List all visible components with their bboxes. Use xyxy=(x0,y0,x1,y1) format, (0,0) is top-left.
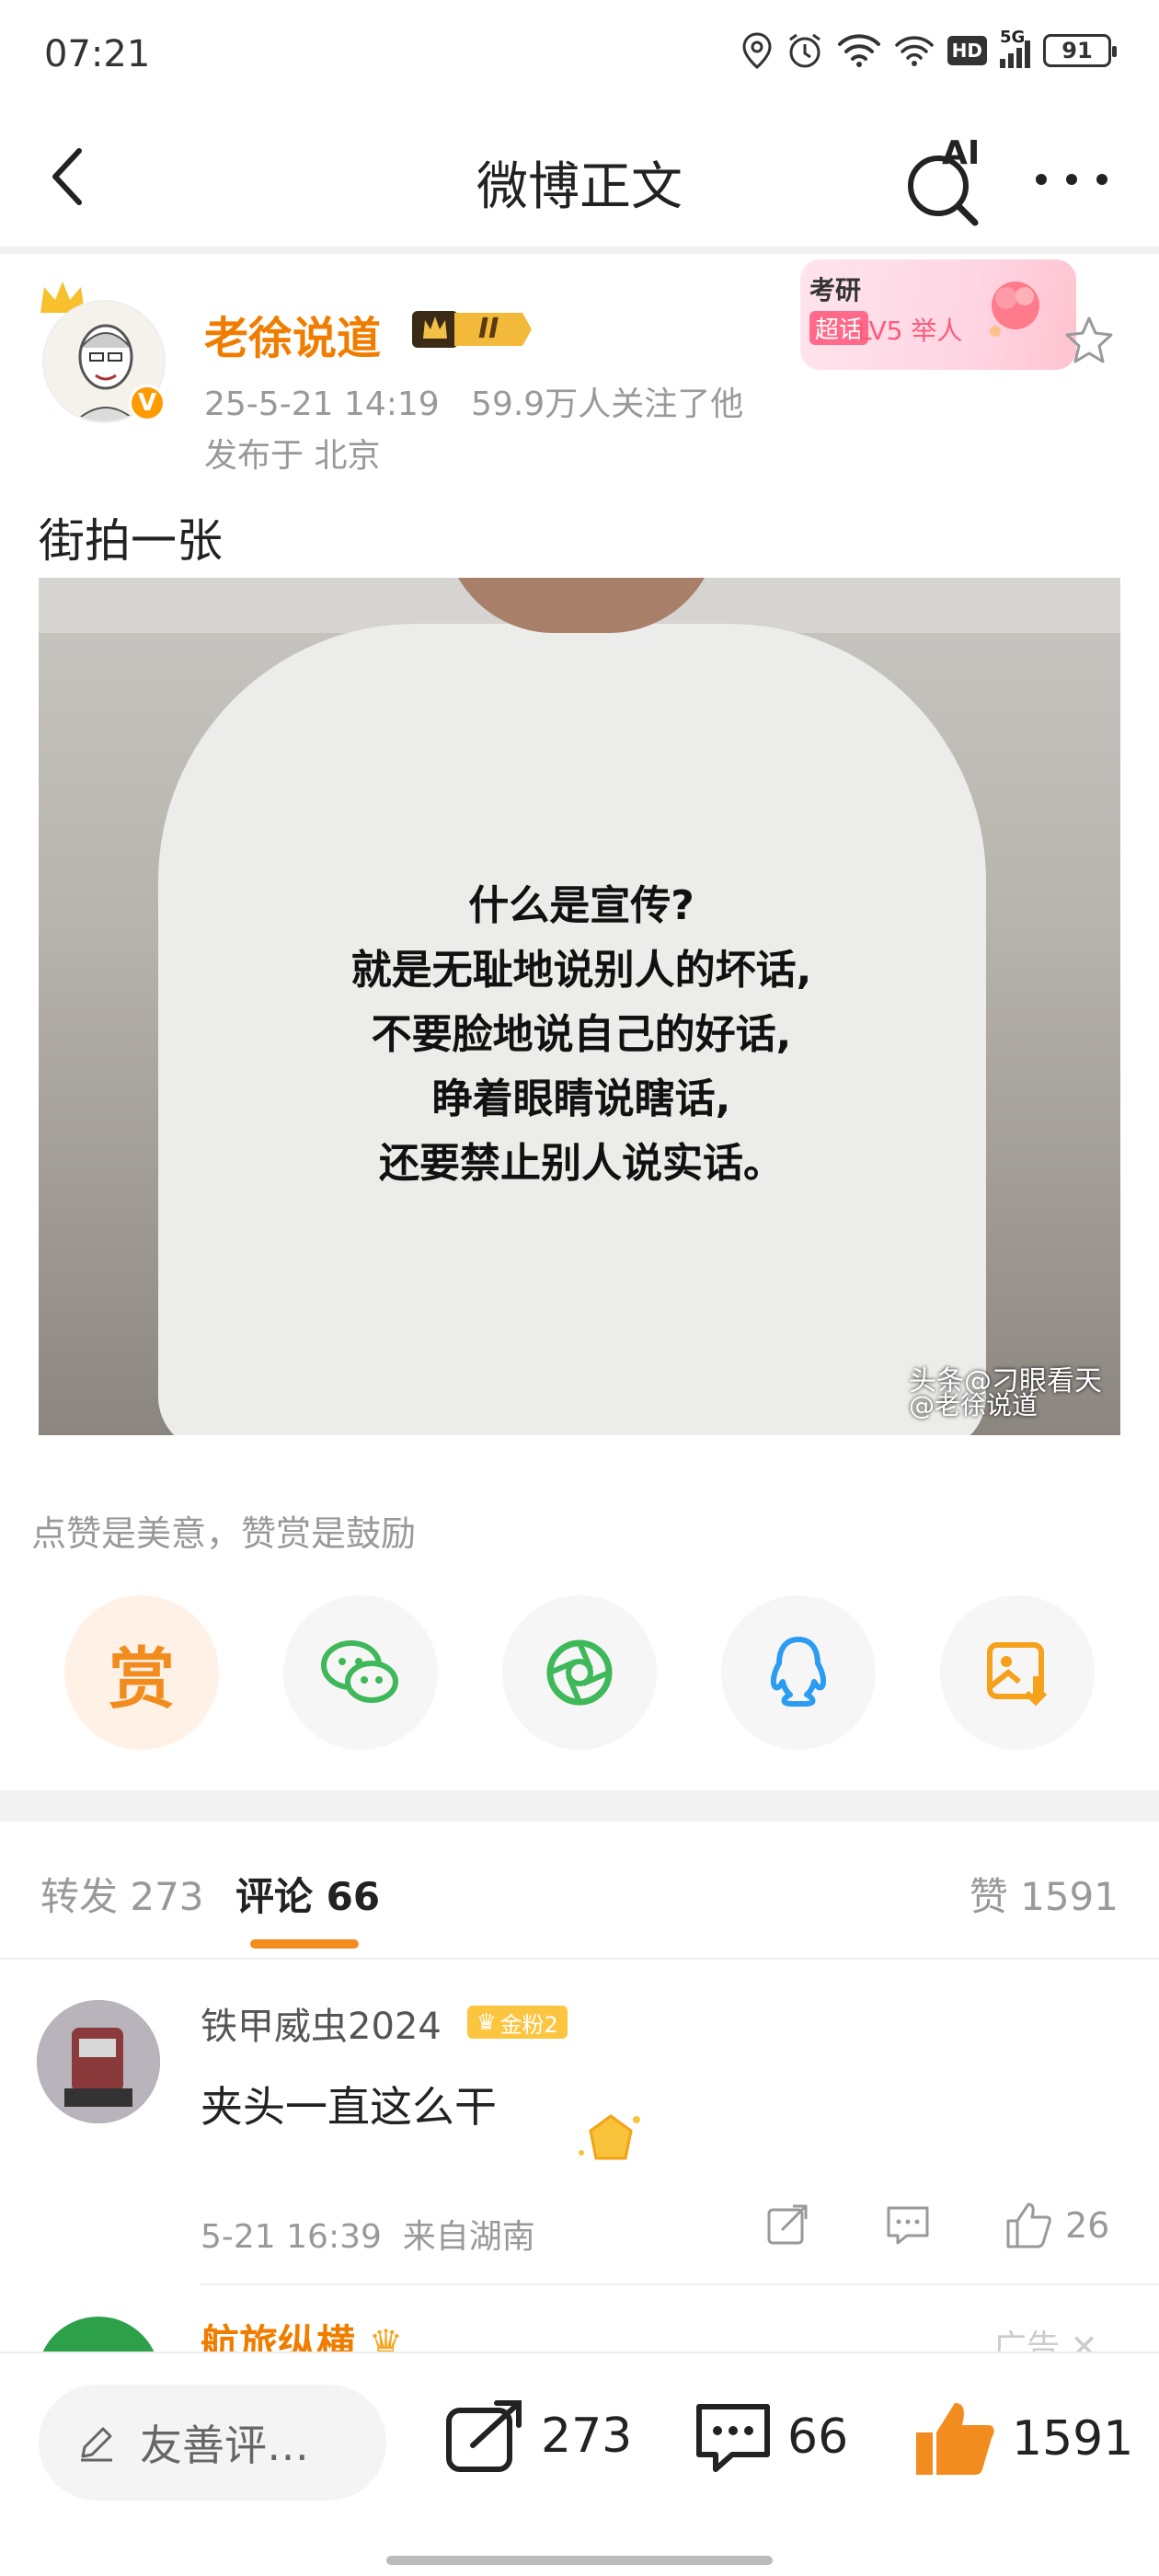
status-bar: 07:21 HD 5G 91 xyxy=(0,0,1159,110)
comment-input[interactable]: 友善评… xyxy=(39,2385,386,2501)
wifi-icon xyxy=(837,34,880,67)
comment-repost-button[interactable] xyxy=(763,2201,811,2248)
section-divider xyxy=(0,1790,1159,1822)
share-row: 赏 xyxy=(64,1595,1095,1752)
commenter-avatar[interactable] xyxy=(37,2000,160,2123)
comment-separator xyxy=(201,2283,1159,2285)
repost-count: 273 xyxy=(541,2409,633,2464)
alarm-icon xyxy=(788,33,820,68)
post-text: 街拍一张 xyxy=(39,514,223,568)
hd-icon: HD xyxy=(947,36,987,65)
topic-title: 考研 xyxy=(809,275,862,305)
interaction-tabs: 转发 273 评论 66 赞 1591 xyxy=(0,1822,1159,1960)
bottom-action-bar: 友善评… 273 66 1591 xyxy=(0,2352,1159,2576)
verified-icon: V xyxy=(129,385,166,421)
commenter-name[interactable]: 铁甲威虫2024 xyxy=(201,1996,442,2050)
comment-reply-button[interactable] xyxy=(883,2201,933,2248)
moments-icon xyxy=(546,1639,613,1706)
author-name[interactable]: 老徐说道 xyxy=(204,302,381,366)
comment-time: 5-21 16:39 xyxy=(201,2218,382,2256)
comment-text: 夹头一直这么干 xyxy=(201,2082,497,2132)
share-wechat-button[interactable] xyxy=(283,1595,438,1750)
reward-button[interactable]: 赏 xyxy=(64,1595,219,1750)
wechat-icon xyxy=(321,1640,398,1703)
signal-icon: 5G xyxy=(1000,28,1030,68)
level-badge: II xyxy=(412,305,534,353)
followers-count: 59.9万人关注了他 xyxy=(471,385,744,423)
top-nav: 微博正文 AI xyxy=(0,110,1159,248)
liked-thumbs-up-icon xyxy=(916,2403,994,2475)
post-time: 25-5-21 14:19 xyxy=(204,385,440,423)
ai-search-button[interactable]: AI xyxy=(901,134,993,226)
comment-button[interactable]: 66 xyxy=(692,2398,848,2477)
save-image-button[interactable] xyxy=(940,1595,1095,1750)
image-watermark: 头条@刁眼看天 @老徐说道 xyxy=(909,1365,1102,1420)
comment-like-count: 26 xyxy=(1065,2205,1110,2246)
post-location: 发布于 北京 xyxy=(204,437,381,475)
home-indicator[interactable] xyxy=(386,2556,773,2565)
share-qq-button[interactable] xyxy=(721,1595,876,1750)
repost-button[interactable]: 273 xyxy=(443,2398,632,2475)
repost-icon xyxy=(446,2400,522,2472)
topic-level: LV5 举人 xyxy=(857,316,963,346)
status-time: 07:21 xyxy=(44,33,151,75)
favorite-star-icon[interactable] xyxy=(1061,313,1117,368)
status-icons: HD 5G 91 xyxy=(741,28,1117,70)
comment-like-button[interactable]: 26 xyxy=(1003,2201,1109,2250)
comment-meta: 5-21 16:39 来自湖南 xyxy=(201,2210,535,2258)
like-count: 1591 xyxy=(1012,2411,1134,2467)
active-tab-indicator xyxy=(250,1939,359,1949)
like-button[interactable]: 1591 xyxy=(911,2398,1133,2480)
save-image-icon xyxy=(987,1642,1048,1707)
more-icon[interactable] xyxy=(1030,166,1113,193)
tab-comments[interactable]: 评论 66 xyxy=(235,1866,380,1922)
tab-likes[interactable]: 赞 1591 xyxy=(970,1866,1119,1922)
qq-icon xyxy=(770,1637,827,1707)
reward-hint: 点赞是美意，赞赏是鼓励 xyxy=(31,1513,417,1554)
fan-badge: ♛ 金粉2 xyxy=(467,2006,568,2039)
repost-icon xyxy=(767,2204,808,2245)
flower-icon xyxy=(990,282,1039,337)
comment-actions: 26 xyxy=(763,2201,1122,2256)
post-meta: 25-5-21 14:19 59.9万人关注了他 xyxy=(204,377,743,425)
post-image[interactable]: 什么是宣传? 就是无耻地说别人的坏话, 不要脸地说自己的好话, 睁着眼睛说瞎话,… xyxy=(39,578,1120,1435)
location-icon xyxy=(742,32,772,69)
author-avatar[interactable]: V xyxy=(37,276,175,423)
reply-icon xyxy=(887,2206,929,2245)
tab-repost[interactable]: 转发 273 xyxy=(40,1866,204,1922)
thumbs-up-icon xyxy=(1006,2202,1051,2248)
gold-badge-decoration-icon xyxy=(579,2114,640,2160)
shirt-text: 什么是宣传? 就是无耻地说别人的坏话, 不要脸地说自己的好话, 睁着眼睛说瞎话,… xyxy=(350,882,812,1187)
comment-source: 来自湖南 xyxy=(402,2218,535,2256)
nav-divider xyxy=(0,247,1159,254)
comment-icon xyxy=(696,2404,770,2472)
reward-icon: 赏 xyxy=(108,1639,175,1718)
pencil-icon xyxy=(81,2427,112,2462)
share-moments-button[interactable] xyxy=(502,1595,657,1750)
comment-placeholder: 友善评… xyxy=(140,2421,309,2470)
battery-icon: 91 xyxy=(1043,34,1117,67)
wifi-secondary-icon xyxy=(894,36,934,66)
comment-count: 66 xyxy=(787,2409,849,2465)
fan-badge-icon: ♛ xyxy=(476,2009,497,2035)
topic-tag[interactable]: 考研 超话 LV5 举人 xyxy=(800,259,1076,370)
